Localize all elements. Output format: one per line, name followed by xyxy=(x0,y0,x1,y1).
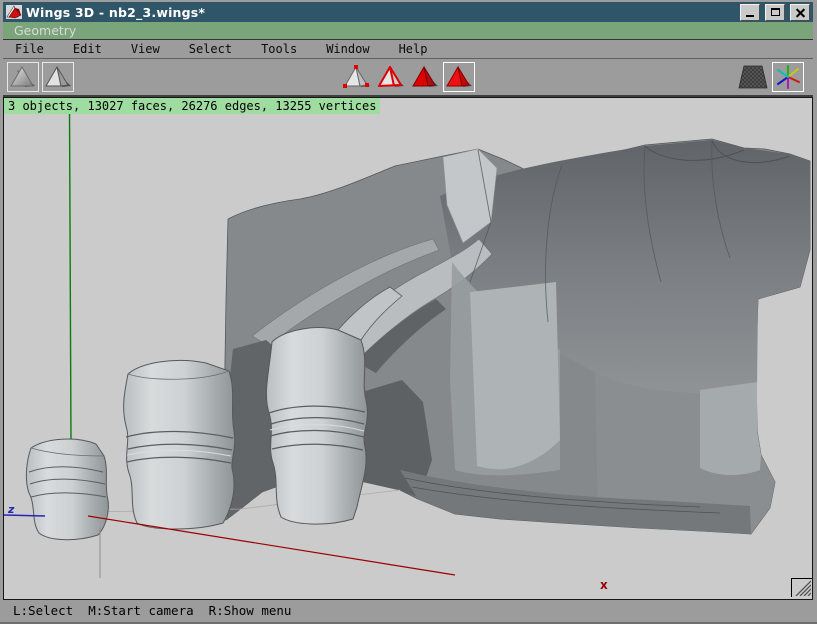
vertex-select-button[interactable] xyxy=(341,62,373,92)
y-axis-line xyxy=(70,108,72,446)
titlebar[interactable]: Wings 3D - nb2_3.wings* xyxy=(3,2,813,22)
menu-tools[interactable]: Tools xyxy=(253,40,305,58)
body-select-icon xyxy=(445,64,473,90)
wings3d-window: { "window": { "title": "Wings 3D - nb2_3… xyxy=(0,0,817,624)
terrain-scene: z x xyxy=(3,97,813,600)
flat-shading-button[interactable] xyxy=(42,62,74,92)
maximize-button[interactable] xyxy=(765,4,785,21)
status-bar: L:Select M:Start camera R:Show menu xyxy=(3,601,813,621)
smooth-shaded-pyramid-icon xyxy=(9,64,37,90)
face-select-icon xyxy=(411,64,439,90)
menu-window[interactable]: Window xyxy=(318,40,377,58)
scene-info-bar: 3 objects, 13027 faces, 26276 edges, 132… xyxy=(4,98,380,114)
close-button[interactable] xyxy=(790,4,810,21)
show-axes-button[interactable] xyxy=(772,62,804,92)
toolbar xyxy=(3,59,813,97)
menu-help[interactable]: Help xyxy=(391,40,436,58)
body-select-button[interactable] xyxy=(443,62,475,92)
vertex-select-icon xyxy=(343,64,371,90)
x-axis-line xyxy=(88,516,455,575)
close-icon xyxy=(796,8,805,17)
x-axis-label: x xyxy=(600,578,608,592)
z-axis-label: z xyxy=(7,503,15,516)
geometry-window-title: Geometry xyxy=(14,23,76,38)
flat-shaded-pyramid-icon xyxy=(44,64,72,90)
axes-icon xyxy=(775,64,801,90)
menu-file[interactable]: File xyxy=(7,40,52,58)
3d-viewport[interactable]: 3 objects, 13027 faces, 26276 edges, 132… xyxy=(3,97,813,600)
menubar: File Edit View Select Tools Window Help xyxy=(3,40,813,59)
smooth-shading-button[interactable] xyxy=(7,62,39,92)
minimize-icon xyxy=(746,15,754,17)
window-title: Wings 3D - nb2_3.wings* xyxy=(26,5,735,20)
edge-select-icon xyxy=(377,64,405,90)
ground-plane-icon xyxy=(738,65,768,89)
maximize-icon xyxy=(771,8,780,16)
menu-select[interactable]: Select xyxy=(181,40,240,58)
geometry-window-bar[interactable]: Geometry xyxy=(3,22,813,40)
rock-pillars xyxy=(26,287,402,540)
edge-select-button[interactable] xyxy=(375,62,407,92)
menu-view[interactable]: View xyxy=(123,40,168,58)
menu-edit[interactable]: Edit xyxy=(65,40,110,58)
minimize-button[interactable] xyxy=(740,4,760,21)
ground-plane-button[interactable] xyxy=(737,62,769,92)
face-select-button[interactable] xyxy=(409,62,441,92)
resize-grip[interactable] xyxy=(791,578,812,597)
wings3d-logo-icon xyxy=(6,5,22,19)
